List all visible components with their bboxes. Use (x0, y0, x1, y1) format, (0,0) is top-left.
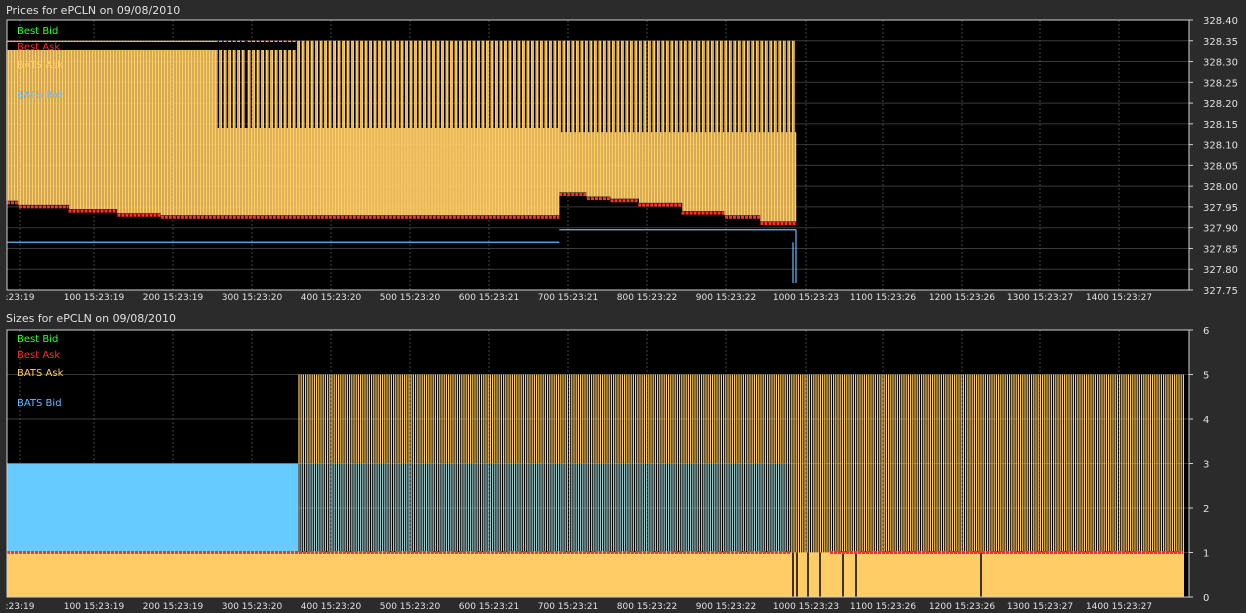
x-tick-label-1: 1000 15:23:23 (773, 602, 839, 612)
y-tick-label-1: 5 (1203, 371, 1209, 382)
x-tick-label-0: 800 15:23:22 (617, 293, 677, 303)
x-tick-label-1: 300 15:23:20 (222, 602, 283, 612)
y-tick-label-0: 328.40 (1203, 16, 1238, 27)
x-tick-label-1: 1100 15:23:26 (850, 602, 916, 612)
y-tick-label-0: 328.05 (1203, 161, 1238, 172)
y-tick-label-1: 3 (1203, 460, 1209, 471)
y-tick-label-0: 327.80 (1203, 265, 1238, 276)
x-tick-label-0: 200 15:23:19 (143, 293, 204, 303)
charts-canvas: 328.40 328.35 328.30 328.25 328.20 328.15 328.… (6, 16, 1238, 612)
y-tick-label-0: 328.30 (1203, 58, 1238, 69)
x-tick-label-1: 900 15:23:22 (696, 602, 756, 612)
y-tick-label-0: 328.35 (1203, 37, 1238, 48)
legend-item-1: BATS Bid (17, 398, 62, 409)
x-tick-label-0: 100 15:23:19 (64, 293, 125, 303)
x-tick-label-0: :23:19 (6, 293, 35, 303)
x-tick-label-0: 300 15:23:20 (222, 293, 283, 303)
y-tick-label-0: 328.20 (1203, 99, 1238, 110)
x-tick-label-1: 200 15:23:19 (143, 602, 204, 612)
y-tick-label-0: 328.00 (1203, 182, 1238, 193)
y-tick-label-0: 327.85 (1203, 244, 1238, 255)
x-tick-label-1: 1400 15:23:27 (1086, 602, 1152, 612)
x-tick-label-0: 700 15:23:21 (538, 293, 598, 303)
x-tick-label-0: 500 15:23:20 (380, 293, 441, 303)
x-tick-label-0: 1400 15:23:27 (1086, 293, 1152, 303)
y-tick-label-0: 327.95 (1203, 203, 1238, 214)
x-tick-label-1: 100 15:23:19 (64, 602, 125, 612)
bats-bid-size-block (7, 463, 298, 553)
x-tick-label-1: 700 15:23:21 (538, 602, 598, 612)
y-tick-label-0: 328.15 (1203, 120, 1238, 131)
legend-item-1: Best Ask (17, 350, 60, 361)
legend-item-0: Best Bid (17, 26, 58, 37)
x-tick-label-1: :23:19 (6, 602, 35, 612)
y-tick-label-0: 328.10 (1203, 141, 1238, 152)
legend-item-1: Best Bid (17, 334, 58, 345)
legend-item-0: Best Ask (17, 42, 60, 53)
x-tick-label-1: 500 15:23:20 (380, 602, 441, 612)
base-size-area (7, 552, 1184, 597)
y-tick-label-1: 4 (1203, 415, 1209, 426)
x-tick-label-0: 1200 15:23:26 (929, 293, 995, 303)
x-tick-label-1: 1300 15:23:27 (1007, 602, 1073, 612)
x-tick-label-0: 1300 15:23:27 (1007, 293, 1073, 303)
y-tick-label-1: 2 (1203, 504, 1209, 515)
legend-item-0: BATS Ask (17, 60, 64, 71)
y-tick-label-0: 328.25 (1203, 78, 1238, 89)
x-tick-label-1: 400 15:23:20 (301, 602, 362, 612)
y-tick-label-0: 327.90 (1203, 224, 1238, 235)
x-tick-label-0: 900 15:23:22 (696, 293, 756, 303)
y-tick-label-1: 0 (1203, 593, 1209, 604)
y-tick-label-1: 1 (1203, 549, 1209, 560)
legend-item-0: BATS Bid (17, 90, 62, 101)
x-tick-label-0: 600 15:23:21 (459, 293, 519, 303)
x-tick-label-1: 800 15:23:22 (617, 602, 677, 612)
x-tick-label-0: 1100 15:23:26 (850, 293, 916, 303)
x-tick-label-0: 400 15:23:20 (301, 293, 362, 303)
x-tick-label-1: 600 15:23:21 (459, 602, 519, 612)
y-tick-label-0: 327.75 (1203, 286, 1238, 297)
y-tick-label-1: 6 (1203, 326, 1209, 337)
legend-item-1: BATS Ask (17, 368, 64, 379)
x-tick-label-1: 1200 15:23:26 (929, 602, 995, 612)
x-tick-label-0: 1000 15:23:23 (773, 293, 839, 303)
